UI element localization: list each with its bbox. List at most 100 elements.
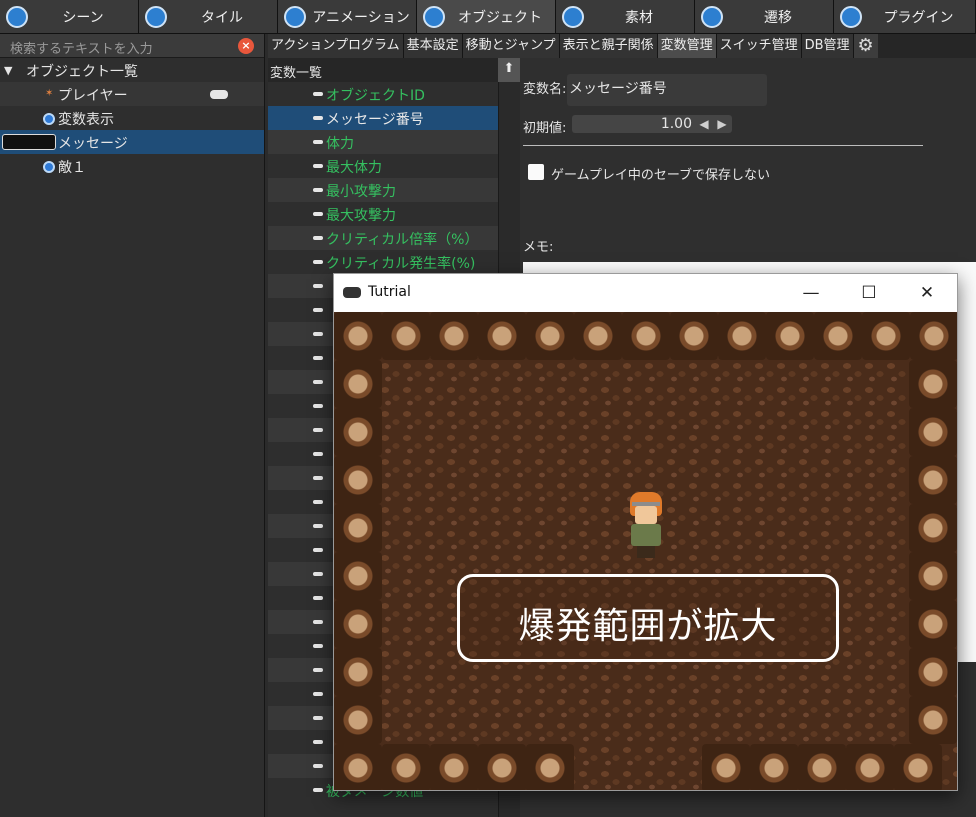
variable-icon [313, 788, 323, 792]
variable-icon [313, 284, 323, 288]
variable-name: 体力 [326, 136, 354, 152]
tab-move-jump[interactable]: 移動とジャンプ [462, 34, 560, 58]
variable-icon [313, 164, 323, 168]
object-tree-panel: 検索するテキストを入力 × ▼ オブジェクト一覧 ✶ プレイヤー 変数表示 メッ… [0, 34, 265, 817]
variable-name-field[interactable]: メッセージ番号 [567, 74, 767, 106]
initial-value-label: 初期値: [523, 121, 567, 136]
object-editor-tabs: アクションプログラム 基本設定 移動とジャンプ 表示と親子関係 変数管理 スイッ… [268, 34, 976, 58]
variable-icon [313, 644, 323, 648]
minimize-button[interactable]: — [782, 274, 840, 312]
variable-name: 最大体力 [326, 160, 382, 176]
name-label: 変数名: [523, 82, 567, 97]
maximize-button[interactable]: ☐ [840, 274, 898, 312]
editor-window: { "top_tabs": [ {"label": "シーン", "icon":… [0, 0, 976, 817]
tree-item-label: メッセージ [58, 136, 128, 152]
wall-tile [909, 648, 957, 696]
tab-material[interactable]: 素材 [556, 0, 695, 34]
tree-item-enemy[interactable]: 敵１ [0, 154, 264, 178]
initial-value: 1.00 [660, 116, 692, 132]
message-box: 爆発範囲が拡大 [457, 574, 839, 662]
variable-icon [313, 620, 323, 624]
tab-action-program[interactable]: アクションプログラム [268, 34, 404, 58]
tab-transition[interactable]: 遷移 [695, 0, 834, 34]
variable-icon [313, 668, 323, 672]
wall-tile [846, 744, 894, 790]
collapse-triangle-icon[interactable]: ▼ [4, 64, 12, 77]
variable-name: 最小攻撃力 [326, 184, 396, 200]
tab-basic-settings[interactable]: 基本設定 [403, 34, 463, 58]
search-input[interactable]: 検索するテキストを入力 × [0, 34, 264, 58]
tab-display-parent[interactable]: 表示と親子関係 [559, 34, 658, 58]
tree-item-variable-display[interactable]: 変数表示 [0, 106, 264, 130]
list-item[interactable]: 体力 [268, 130, 498, 154]
tab-label: 遷移 [764, 9, 792, 26]
wall-tile [334, 408, 382, 456]
variable-name: 最大攻撃力 [326, 208, 396, 224]
game-preview-window[interactable]: Tutrial — ☐ ✕ 爆発範囲が拡大 [333, 273, 958, 791]
variable-name: メッセージ番号 [326, 112, 424, 128]
tab-plugin[interactable]: プラグイン [834, 0, 976, 34]
list-item[interactable]: 最大体力 [268, 154, 498, 178]
tree-item-player[interactable]: ✶ プレイヤー [0, 82, 264, 106]
wall-tile [526, 744, 574, 790]
gear-icon[interactable]: ⚙ [853, 34, 878, 58]
decrement-icon[interactable]: ◀ [696, 115, 712, 133]
game-viewport[interactable]: 爆発範囲が拡大 [334, 312, 957, 790]
variable-list-header: 変数一覧 ⬆ [268, 58, 520, 82]
variable-icon [313, 452, 323, 456]
wall-tile [909, 360, 957, 408]
variable-icon [313, 212, 323, 216]
wall-tile [334, 600, 382, 648]
window-titlebar[interactable]: Tutrial — ☐ ✕ [334, 274, 957, 312]
scene-icon [6, 6, 28, 28]
variable-name: オブジェクトID [326, 88, 425, 104]
variable-icon [313, 92, 323, 96]
tab-tile[interactable]: タイル [139, 0, 278, 34]
wall-tile [382, 312, 430, 360]
list-item[interactable]: 最小攻撃力 [268, 178, 498, 202]
object-icon [43, 113, 55, 125]
no-save-checkbox[interactable] [528, 164, 544, 180]
tab-variable-management[interactable]: 変数管理 [657, 34, 717, 58]
wall-tile [430, 312, 478, 360]
wall-tile [334, 456, 382, 504]
initial-value-stepper[interactable]: 1.00 ◀ ▶ [572, 115, 732, 133]
tab-animation[interactable]: アニメーション [278, 0, 417, 34]
close-button[interactable]: ✕ [898, 274, 956, 312]
plugin-icon [840, 6, 862, 28]
list-item[interactable]: クリティカル発生率(%) [268, 250, 498, 274]
wall-tile [750, 744, 798, 790]
variable-icon [313, 524, 323, 528]
list-item[interactable]: オブジェクトID [268, 82, 498, 106]
wall-tile [798, 744, 846, 790]
variable-icon [313, 764, 323, 768]
object-icon [43, 161, 55, 173]
wall-tile [909, 456, 957, 504]
wall-tile [718, 312, 766, 360]
wall-tile [334, 696, 382, 744]
wall-tile [334, 744, 382, 790]
tree-root[interactable]: ▼ オブジェクト一覧 [0, 58, 264, 82]
wall-tile [574, 312, 622, 360]
wall-tile [909, 504, 957, 552]
list-item[interactable]: クリティカル倍率（%） [268, 226, 498, 250]
wall-tile [478, 312, 526, 360]
list-item[interactable]: 最大攻撃力 [268, 202, 498, 226]
clear-search-icon[interactable]: × [238, 38, 254, 54]
variable-icon [313, 332, 323, 336]
tab-switch-management[interactable]: スイッチ管理 [716, 34, 802, 58]
scroll-up-icon[interactable]: ⬆ [498, 58, 520, 82]
tab-label: 素材 [625, 9, 653, 26]
animation-icon [284, 6, 306, 28]
divider [523, 145, 923, 146]
tree-item-message[interactable]: メッセージ [0, 130, 264, 154]
increment-icon[interactable]: ▶ [714, 115, 730, 133]
top-tab-bar: シーン タイル アニメーション オブジェクト 素材 遷移 プラグイン [0, 0, 976, 34]
tab-object[interactable]: オブジェクト [417, 0, 556, 34]
tab-db-management[interactable]: DB管理 [801, 34, 854, 58]
tab-scene[interactable]: シーン [0, 0, 139, 34]
wall-tile [334, 360, 382, 408]
variable-icon [313, 140, 323, 144]
list-item[interactable]: メッセージ番号 [268, 106, 498, 130]
material-icon [562, 6, 584, 28]
